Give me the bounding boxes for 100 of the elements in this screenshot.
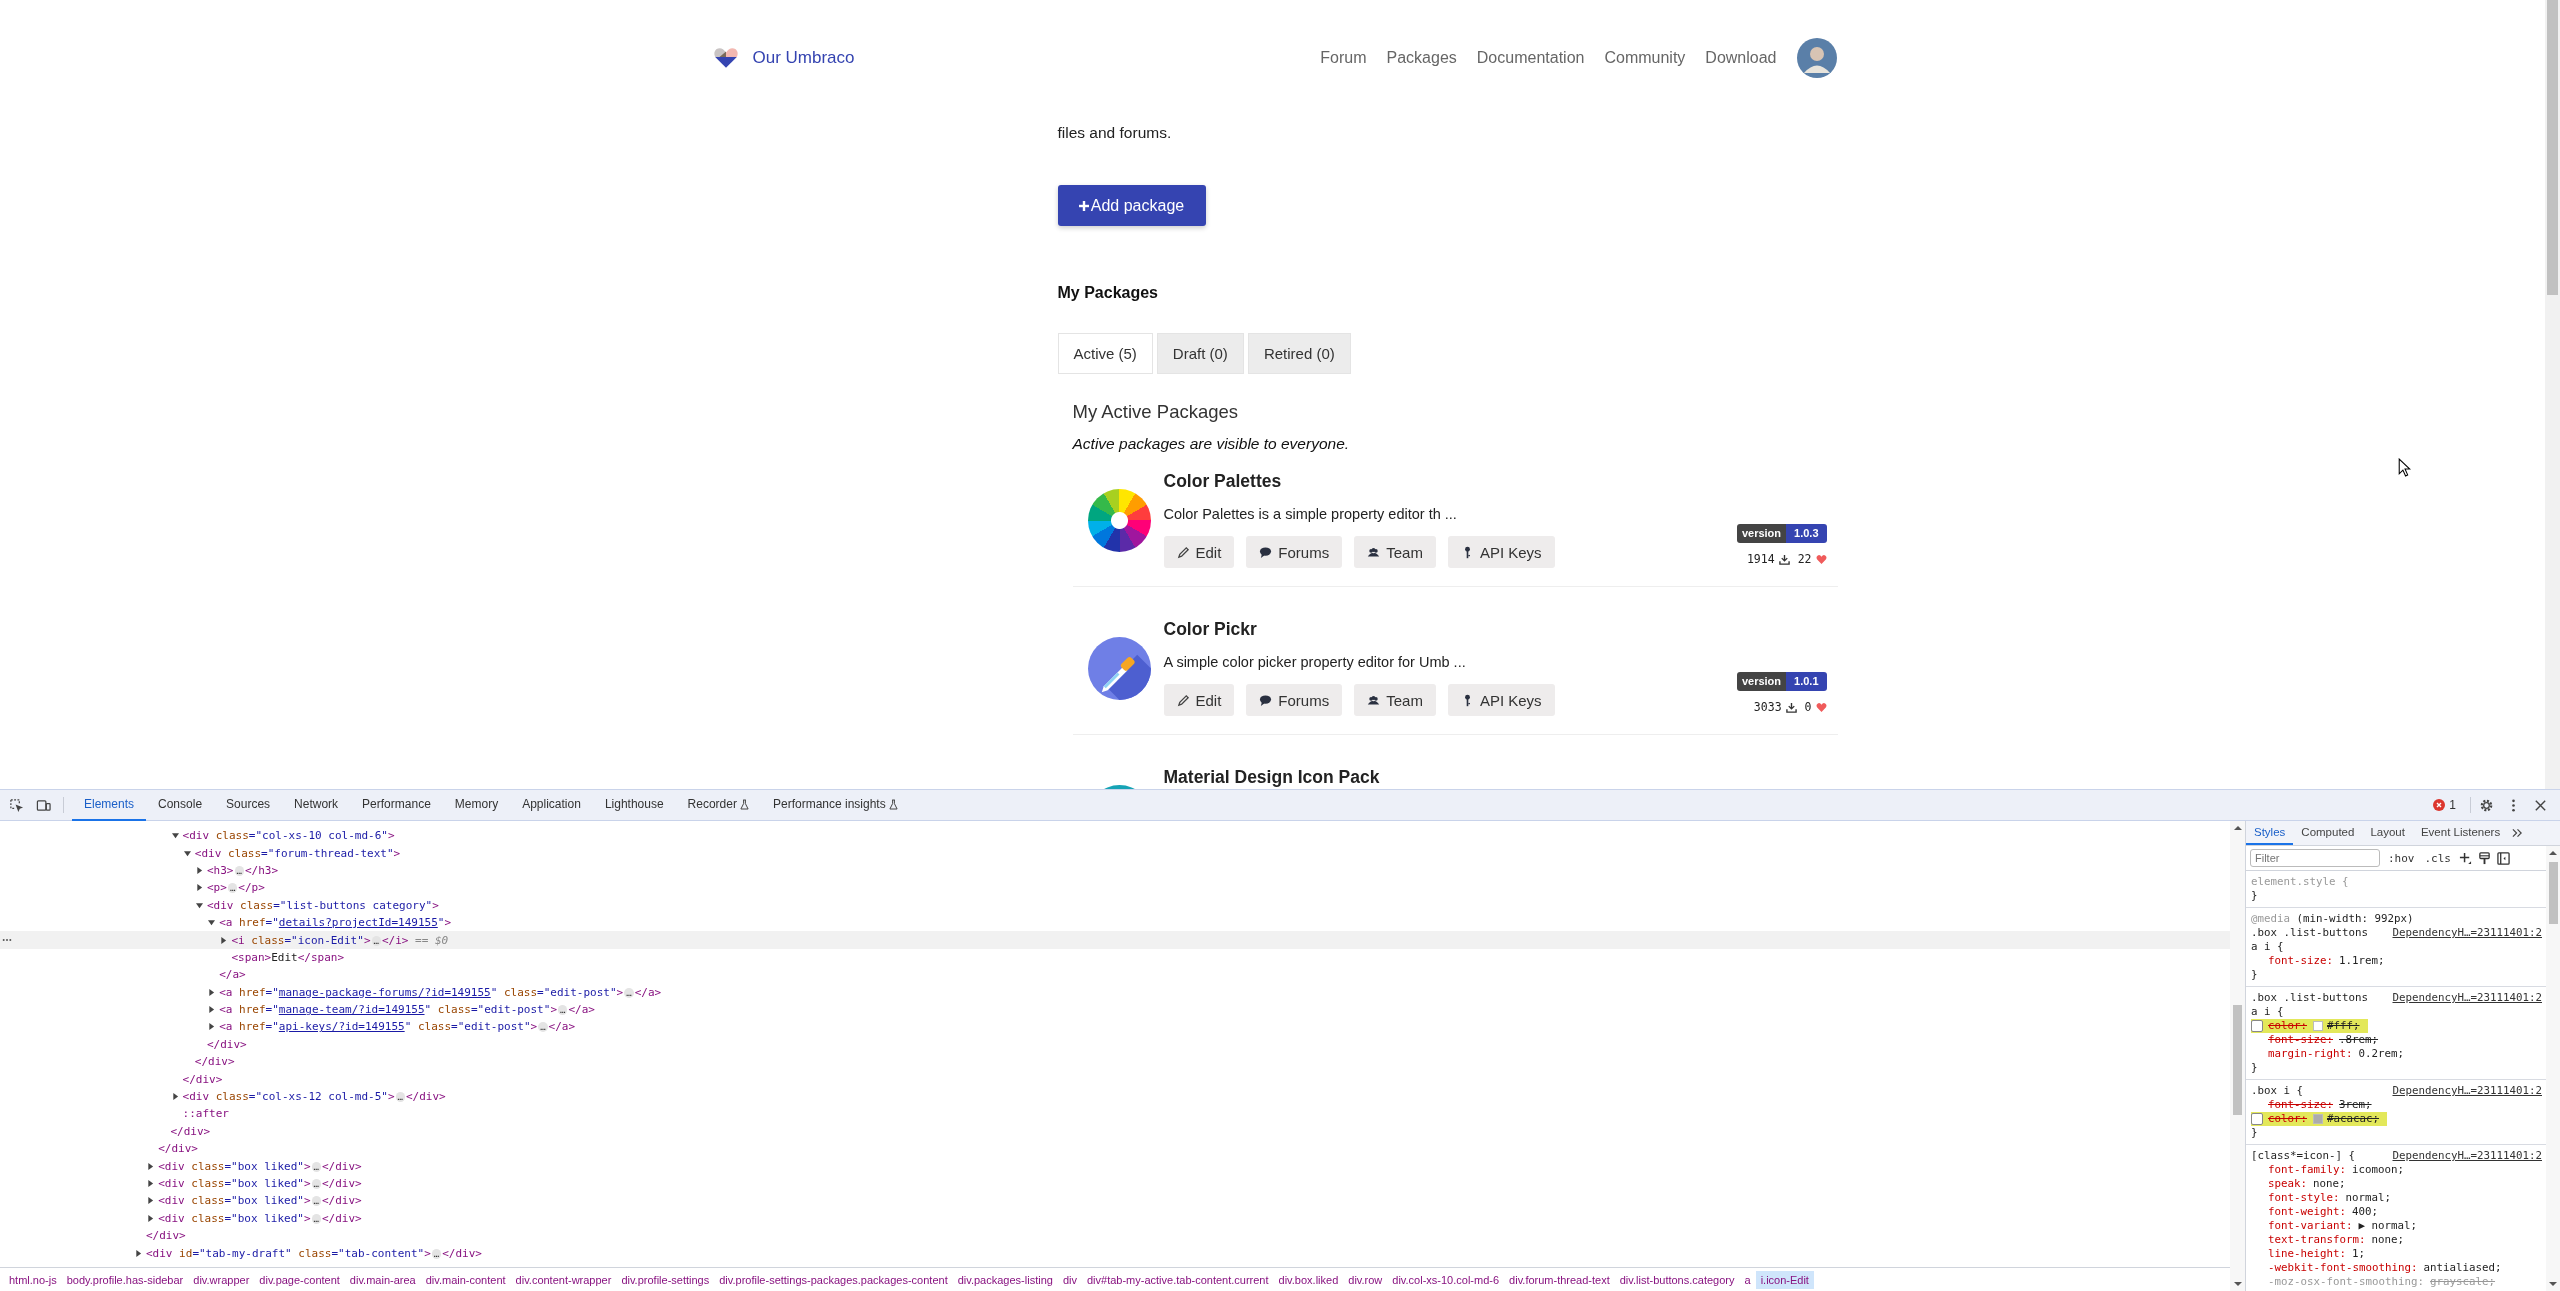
collapsed-triangle-icon[interactable] [208, 988, 216, 996]
breadcrumb-item[interactable]: a [1739, 1270, 1756, 1289]
more-icon[interactable] [2, 938, 12, 943]
sidebar-toggle-icon[interactable] [2497, 851, 2510, 865]
scroll-down-icon[interactable] [2549, 1281, 2557, 1287]
dom-tree-row[interactable]: <div class="box liked"> … </div> [0, 1174, 2230, 1193]
dom-tree-row[interactable]: <div id="tab-my-draft" class="tab-content"> … </div> [0, 1244, 2230, 1262]
dom-tree-row[interactable]: </a> [0, 966, 2230, 984]
expanded-triangle-icon[interactable] [183, 849, 191, 857]
package-action-button[interactable]: Edit [1163, 684, 1235, 716]
collapsed-triangle-icon[interactable] [220, 936, 228, 944]
package-name[interactable]: Material Design Icon Pack [1163, 766, 1380, 788]
breadcrumb-item[interactable]: div.packages-listing [952, 1270, 1058, 1289]
devtools-tab[interactable]: Performance [350, 789, 443, 821]
breadcrumb-item[interactable]: div.main-content [420, 1270, 511, 1289]
collapsed-triangle-icon[interactable] [208, 1023, 216, 1031]
package-action-button[interactable]: API Keys [1447, 684, 1555, 716]
collapsed-triangle-icon[interactable] [147, 1197, 155, 1205]
filter-field[interactable]: Filter [2250, 849, 2380, 867]
collapsed-triangle-icon[interactable] [147, 1180, 155, 1187]
scrollbar-thumb[interactable] [2548, 862, 2558, 924]
breadcrumb-item[interactable]: i.icon-Edit [1755, 1270, 1814, 1289]
sidebar-tab[interactable]: Computed [2293, 821, 2363, 845]
color-swatch[interactable] [2313, 1021, 2323, 1031]
package-action-button[interactable]: Edit [1163, 536, 1235, 568]
avatar[interactable] [1796, 38, 1837, 78]
stylesheet-link[interactable]: DependencyH…=23111401:2 [2392, 1084, 2542, 1098]
scroll-down-icon[interactable] [2233, 1281, 2242, 1287]
dom-tree-row[interactable]: <i class="icon-Edit"> … </i> == $0 [0, 931, 2230, 949]
dom-tree-row[interactable]: </div> [0, 1053, 2230, 1071]
checkbox[interactable] [2251, 1113, 2263, 1125]
collapsed-triangle-icon[interactable] [135, 1249, 142, 1257]
link[interactable]: api-keys/?id=149155 [278, 1020, 405, 1034]
stylesheet-link[interactable]: DependencyH…=23111401:2 [2392, 1149, 2542, 1163]
package-action-button[interactable]: Team [1354, 684, 1436, 716]
link[interactable]: manage-package-forums/?id=149155 [278, 985, 491, 999]
scrollbar-thumb[interactable] [2547, 0, 2558, 295]
dom-tree-row[interactable]: <div class="box liked"> … </div> [0, 1192, 2230, 1210]
paint-roller-icon[interactable] [2478, 851, 2491, 865]
plus-icon[interactable] [2459, 851, 2472, 865]
dom-tree-row[interactable]: </div> [0, 1122, 2230, 1141]
breadcrumb-item[interactable]: div.profile-settings-packages.packages-content [714, 1270, 953, 1289]
link[interactable]: manage-team/?id=149155 [278, 1003, 425, 1017]
expanded-triangle-icon[interactable] [171, 832, 179, 840]
breadcrumb-item[interactable]: div.forum-thread-text [1504, 1270, 1615, 1289]
dom-tree-row[interactable]: ::after [0, 1105, 2230, 1123]
sidebar-tab[interactable]: Event Listeners [2412, 821, 2509, 845]
nav-link[interactable]: Forum [1320, 49, 1367, 67]
nav-link[interactable]: Download [1705, 49, 1777, 67]
collapsed-triangle-icon[interactable] [196, 866, 203, 874]
add-package-button[interactable]: Add package [1057, 185, 1206, 226]
package-name[interactable]: Color Pickr [1163, 618, 1257, 640]
dom-tree-row[interactable]: <div class="box liked"> … </div> [0, 1209, 2230, 1227]
package-action-button[interactable]: Team [1354, 536, 1436, 568]
breadcrumb-item[interactable]: html.no-js [4, 1270, 62, 1289]
collapsed-triangle-icon[interactable] [208, 1006, 216, 1014]
dom-tree-row[interactable]: </div> [0, 1227, 2230, 1245]
dom-tree-row[interactable]: </div> [0, 1140, 2230, 1158]
dom-tree-row[interactable]: <div class="box liked"> … </div> [0, 1157, 2230, 1175]
scroll-up-icon[interactable] [2549, 850, 2557, 856]
breadcrumb-item[interactable]: div.profile-settings [616, 1270, 715, 1289]
dom-tree-row[interactable]: </div> [0, 1035, 2230, 1054]
inspect-icon[interactable] [9, 797, 24, 813]
package-name[interactable]: Color Palettes [1163, 470, 1282, 492]
dom-tree-row[interactable]: <div class="list-buttons category"> [0, 896, 2230, 914]
dom-tree-row[interactable]: <span>Edit</span> [0, 948, 2230, 967]
stylesheet-link[interactable]: DependencyH…=23111401:2 [2392, 926, 2542, 954]
error-icon[interactable] [2433, 799, 2446, 811]
checkbox[interactable] [2251, 1020, 2263, 1032]
error-count[interactable]: 1 [2449, 798, 2456, 812]
color-swatch[interactable] [2313, 1114, 2323, 1124]
expanded-triangle-icon[interactable] [208, 919, 216, 927]
sidebar-tab[interactable]: Styles [2246, 821, 2294, 845]
dom-tree-row[interactable]: <a href="manage-team/?id=149155" class="edit-post"> … </a> [0, 1000, 2230, 1019]
link[interactable]: details?projectId=149155 [278, 916, 438, 930]
tab[interactable]: Active (5) [1057, 333, 1153, 374]
breadcrumb-item[interactable]: div.page-content [254, 1270, 345, 1289]
dom-tree-row[interactable]: </div> [0, 1070, 2230, 1088]
breadcrumb-item[interactable]: div.row [1343, 1270, 1388, 1289]
devtools-tab[interactable]: Performance insights [760, 789, 910, 821]
collapsed-triangle-icon[interactable] [196, 884, 203, 892]
site-name-link[interactable]: Our Umbraco [752, 48, 855, 68]
package-action-button[interactable]: Forums [1246, 536, 1343, 568]
nav-link[interactable]: Packages [1386, 49, 1457, 67]
scroll-up-icon[interactable] [2233, 825, 2242, 831]
devtools-tab[interactable]: Network [282, 789, 351, 821]
breadcrumb-item[interactable]: div [1057, 1270, 1082, 1289]
dom-tree-row[interactable]: <div class="col-xs-10 col-md-6"> [0, 827, 2230, 845]
tab[interactable]: Draft (0) [1156, 333, 1244, 374]
scrollbar-thumb[interactable] [2233, 1005, 2242, 1115]
nav-link[interactable]: Community [1604, 49, 1686, 67]
breadcrumb-item[interactable]: body.profile.has-sidebar [61, 1270, 189, 1289]
dom-tree-row[interactable]: <div class="col-xs-12 col-md-5"> … </div> [0, 1087, 2230, 1106]
devtools-tab[interactable]: Memory [442, 789, 511, 821]
expanded-triangle-icon[interactable] [196, 901, 203, 909]
collapsed-triangle-icon[interactable] [171, 1093, 179, 1101]
devtools-tab[interactable]: Lighthouse [592, 789, 676, 821]
breadcrumb-item[interactable]: div.list-buttons.category [1614, 1270, 1740, 1289]
settings-icon[interactable] [2479, 797, 2494, 813]
tab[interactable]: Retired (0) [1247, 333, 1351, 374]
